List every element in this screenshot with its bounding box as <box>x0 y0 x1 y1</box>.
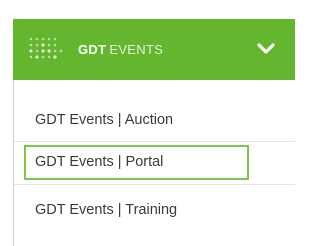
brand-title-light: EVENTS <box>109 42 164 57</box>
menu-divider <box>14 141 295 142</box>
menu-item-portal[interactable]: GDT Events | Portal <box>24 145 249 180</box>
menu-item-training[interactable]: GDT Events | Training <box>35 197 250 223</box>
dot-grid-logo-icon <box>29 37 62 59</box>
brand-title-strong: GDT <box>78 42 107 57</box>
brand-title: GDT EVENTS <box>78 41 163 59</box>
chevron-down-icon[interactable] <box>256 40 276 58</box>
menu-divider <box>14 184 295 185</box>
menu-item-auction[interactable]: GDT Events | Auction <box>35 107 250 133</box>
menu-header[interactable]: GDT EVENTS <box>13 19 295 80</box>
dropdown-menu: GDT Events | Auction GDT Events | Portal… <box>13 80 295 246</box>
